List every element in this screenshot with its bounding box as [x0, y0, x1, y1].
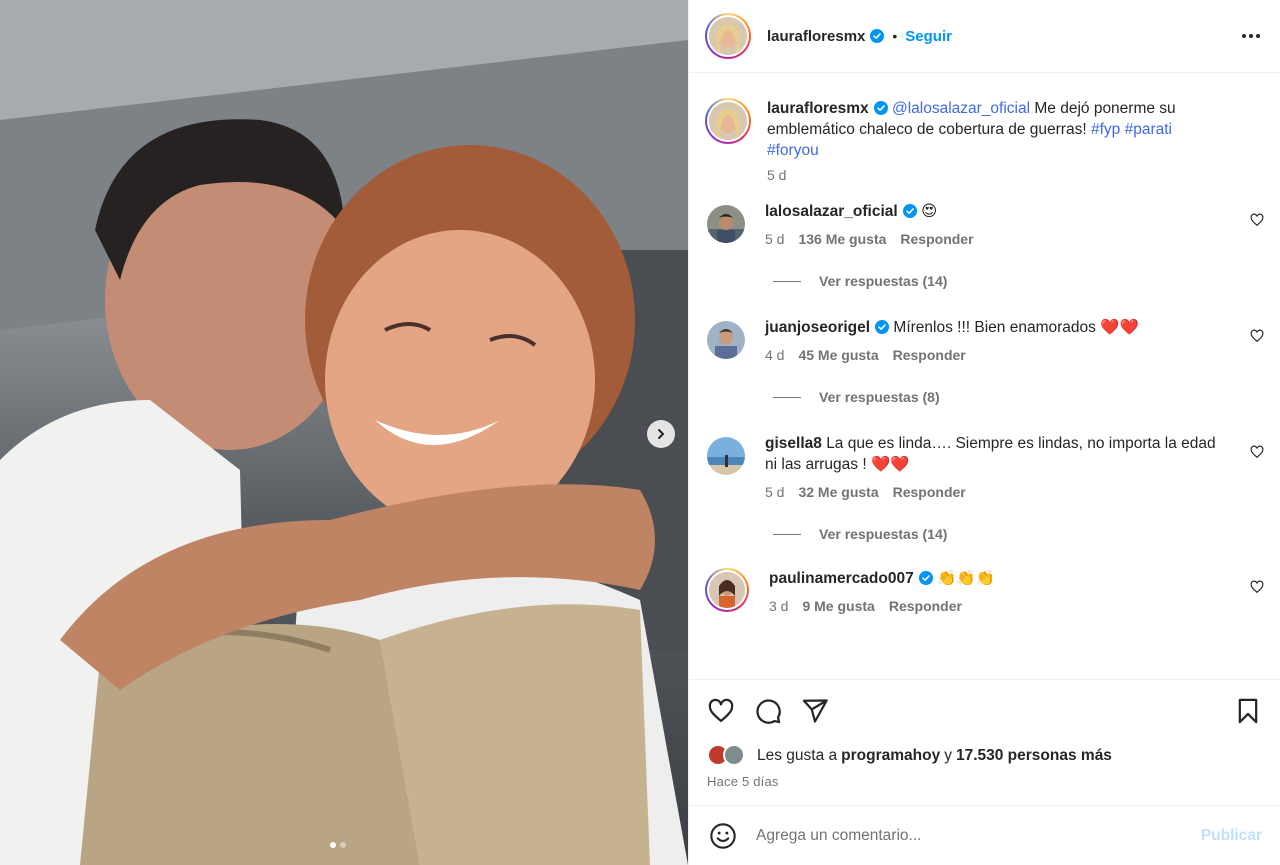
likes-prefix: Les gusta a: [757, 747, 838, 764]
commenter-avatar[interactable]: [707, 321, 745, 359]
separator: •: [892, 28, 898, 44]
carousel-next-button[interactable]: [647, 420, 675, 448]
more-icon: [1242, 34, 1246, 38]
likes-summary[interactable]: Les gusta a programahoy y 17.530 persona…: [707, 744, 1262, 768]
reply-button[interactable]: Responder: [893, 347, 966, 363]
carousel-dot: [330, 842, 336, 848]
hashtag[interactable]: #fyp: [1091, 121, 1120, 138]
post-actions: Les gusta a programahoy y 17.530 persona…: [689, 679, 1280, 789]
reply-button[interactable]: Responder: [893, 484, 966, 500]
comment: lalosalazar_oficial 😍 5 d 136 Me gusta R…: [705, 201, 1264, 247]
caption-username[interactable]: laurafloresmx: [767, 100, 869, 117]
reply-button[interactable]: Responder: [900, 231, 973, 247]
comment-likes[interactable]: 136 Me gusta: [798, 231, 886, 247]
author-username[interactable]: laurafloresmx: [767, 28, 865, 45]
comment-input[interactable]: [756, 826, 1201, 845]
comment-time[interactable]: 3 d: [769, 598, 788, 614]
likers-avatars: [707, 744, 751, 768]
comment-text: 😍: [921, 203, 938, 220]
comment-text: La que es linda…. Siempre es lindas, no …: [765, 435, 1216, 473]
post-date[interactable]: Hace 5 días: [707, 774, 1262, 789]
comment-text: Mírenlos !!! Bien enamorados ❤️❤️: [893, 319, 1139, 336]
verified-icon: [870, 29, 885, 43]
share-icon[interactable]: [801, 697, 829, 725]
hashtag[interactable]: #parati: [1125, 121, 1172, 138]
comment-time[interactable]: 4 d: [765, 347, 784, 363]
author-avatar[interactable]: [705, 98, 751, 144]
view-replies-button[interactable]: Ver respuestas (8): [773, 389, 1264, 405]
carousel-indicator: [330, 842, 346, 848]
caption-text: laurafloresmx @lalosalazar_oficial Me de…: [767, 98, 1224, 161]
comment: juanjoseorigel Mírenlos !!! Bien enamora…: [705, 317, 1264, 363]
like-comment-heart-icon[interactable]: [1250, 329, 1264, 343]
post-header: laurafloresmx • Seguir: [689, 0, 1280, 73]
comment-text: 👏👏👏: [937, 570, 995, 587]
comment-time[interactable]: 5 d: [765, 231, 784, 247]
more-options-button[interactable]: [1238, 26, 1264, 46]
add-comment-bar: Publicar: [689, 805, 1280, 865]
publish-button[interactable]: Publicar: [1201, 827, 1262, 845]
comment-likes[interactable]: 9 Me gusta: [802, 598, 874, 614]
comments-list[interactable]: laurafloresmx @lalosalazar_oficial Me de…: [689, 74, 1280, 678]
comment-icon[interactable]: [754, 697, 782, 725]
heart-icon[interactable]: [707, 697, 735, 725]
comment-username[interactable]: paulinamercado007: [769, 570, 914, 587]
view-replies-button[interactable]: Ver respuestas (14): [773, 526, 1264, 542]
like-comment-heart-icon[interactable]: [1250, 580, 1264, 594]
comment-username[interactable]: juanjoseorigel: [765, 319, 870, 336]
comment-username[interactable]: lalosalazar_oficial: [765, 203, 898, 220]
commenter-avatar[interactable]: [707, 205, 745, 243]
post-media[interactable]: [0, 0, 688, 865]
author-avatar[interactable]: [705, 13, 751, 59]
caption-mention[interactable]: @lalosalazar_oficial: [892, 100, 1030, 117]
commenter-avatar[interactable]: [707, 437, 745, 475]
comment: paulinamercado007 👏👏👏 3 d 9 Me gusta Res…: [705, 568, 1264, 614]
commenter-avatar[interactable]: [705, 568, 749, 612]
post-panel: laurafloresmx • Seguir laurafloresmx @la…: [688, 0, 1280, 865]
emoji-icon[interactable]: [709, 822, 737, 850]
comment-likes[interactable]: 45 Me gusta: [798, 347, 878, 363]
comment-time[interactable]: 5 d: [765, 484, 784, 500]
comment: gisella8 La que es linda…. Siempre es li…: [705, 433, 1264, 500]
avatar: [723, 744, 745, 766]
caption: laurafloresmx @lalosalazar_oficial Me de…: [705, 98, 1264, 183]
follow-button[interactable]: Seguir: [905, 28, 952, 45]
post-photo: [0, 0, 688, 865]
comment-likes[interactable]: 32 Me gusta: [798, 484, 878, 500]
verified-icon: [875, 320, 890, 334]
caption-time[interactable]: 5 d: [767, 167, 786, 183]
likes-count[interactable]: 17.530 personas más: [956, 747, 1112, 765]
bookmark-icon[interactable]: [1234, 697, 1262, 725]
likes-middle: y: [944, 747, 952, 764]
view-replies-button[interactable]: Ver respuestas (14): [773, 273, 1264, 289]
like-comment-heart-icon[interactable]: [1250, 445, 1264, 459]
hashtag[interactable]: #foryou: [767, 142, 819, 159]
verified-icon: [918, 571, 933, 585]
comment-username[interactable]: gisella8: [765, 435, 822, 452]
chevron-right-icon: [658, 429, 664, 439]
carousel-dot: [340, 842, 346, 848]
like-comment-heart-icon[interactable]: [1250, 213, 1264, 227]
verified-icon: [902, 204, 917, 218]
reply-button[interactable]: Responder: [889, 598, 962, 614]
likes-user[interactable]: programahoy: [841, 747, 940, 765]
verified-icon: [873, 101, 888, 115]
